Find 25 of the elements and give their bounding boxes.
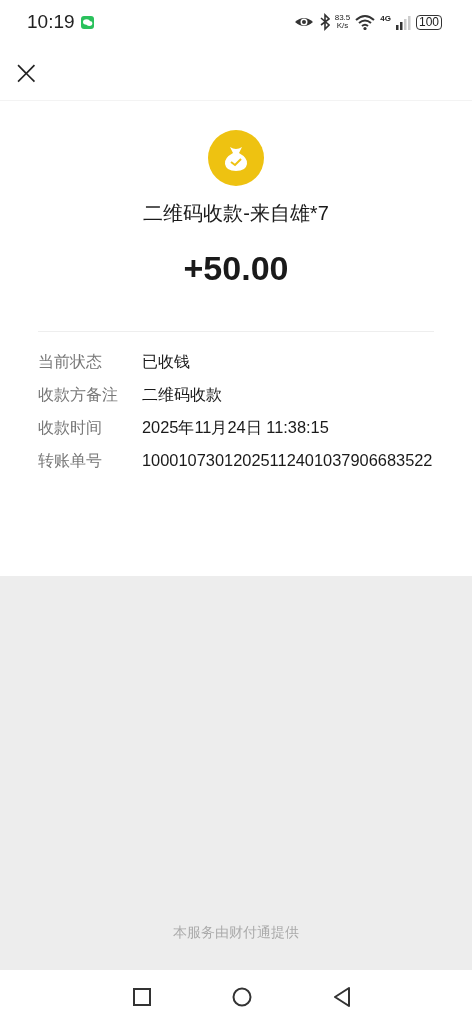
payment-amount: +50.00 [183, 249, 289, 288]
wifi-icon [355, 14, 376, 30]
network-speed: 83.5 [334, 14, 351, 22]
signal-icon [395, 14, 411, 30]
detail-value: 已收钱 [142, 351, 191, 372]
detail-label: 收款时间 [38, 418, 103, 438]
home-icon[interactable] [232, 987, 252, 1007]
bluetooth-icon [318, 13, 330, 31]
status-time: 10:19 [27, 11, 75, 33]
chat-app-icon [80, 15, 94, 29]
payment-title: 二维码收款-来自雄*7 [143, 201, 329, 226]
footer-note: 本服务由财付通提供 [173, 924, 299, 942]
network-type: 4G [380, 15, 391, 23]
battery-level: 100 [415, 14, 442, 30]
recent-apps-icon[interactable] [132, 988, 151, 1006]
money-bag-icon [208, 130, 264, 186]
detail-label: 收款方备注 [38, 385, 119, 405]
detail-value: 2025年11月24日 11:38:15 [142, 417, 330, 438]
back-icon[interactable] [333, 987, 352, 1007]
close-button[interactable]: × [12, 57, 41, 87]
detail-value: 二维码收款 [142, 384, 223, 405]
detail-value: 10001073012025112401037906683522 [142, 450, 434, 471]
detail-label: 当前状态 [38, 352, 103, 372]
detail-label: 转账单号 [38, 451, 103, 471]
network-speed-unit: K/s [336, 22, 349, 30]
